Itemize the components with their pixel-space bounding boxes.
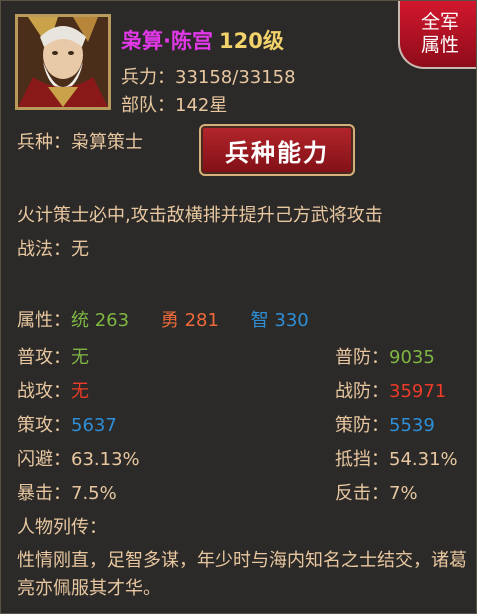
army-attributes-line2: 属性 [420,34,459,56]
war-defense-label: 战防： [335,381,389,402]
stat-row: 普攻：无 [17,343,89,369]
strategy-defense-label: 策防： [335,415,389,436]
stat-row: 战攻：无 [17,377,89,403]
unit-type-row: 兵种：枭算策士 [17,128,143,154]
dodge-label: 闪避： [17,449,71,470]
strategy-attack-label: 策攻： [17,415,71,436]
critical-value: 7.5% [71,483,117,504]
tactic-row: 战法：无 [17,235,89,261]
stat-row: 策攻：5637 [17,411,117,437]
biography-label: 人物列传： [17,517,107,538]
stat-row: 策防：5539 [335,411,435,437]
unit-type-value: 枭算策士 [71,132,143,153]
strategy-defense-value: 5539 [389,415,435,436]
troops-value: 33158/33158 [175,67,296,88]
stat-row: 普防：9035 [335,343,435,369]
troops-row: 兵力：33158/33158 [121,63,296,89]
character-portrait[interactable] [15,14,111,110]
unit-description: 火计策士必中,攻击敌横排并提升己方武将攻击 [17,205,383,226]
critical-label: 暴击： [17,483,71,504]
army-attributes-button[interactable]: 全军 属性 [398,1,476,69]
stat-row: 战防：35971 [335,377,446,403]
command-value: 263 [94,310,130,331]
normal-defense-value: 9035 [389,347,435,368]
counter-value: 7% [389,483,418,504]
unit-ability-button[interactable]: 兵种能力 [199,124,355,176]
stat-row: 暴击：7.5% [17,479,117,505]
war-defense-value: 35971 [389,381,447,402]
troops-label: 兵力： [121,67,175,88]
valor-label: 勇 [160,310,179,331]
stat-row: 闪避：63.13% [17,445,140,471]
attributes-row: 属性：统 263 勇 281 智 330 [17,306,309,332]
counter-label: 反击： [335,483,389,504]
unit-type-label: 兵种： [17,132,71,153]
war-attack-label: 战攻： [17,381,71,402]
stat-row: 反击：7% [335,479,418,505]
dodge-value: 63.13% [71,449,140,470]
biography-text: 性情刚直，足智多谋，年少时与海内知名之士结交，诸葛亮亦佩服其才华。 [17,550,467,599]
block-value: 54.31% [389,449,458,470]
war-attack-value: 无 [71,381,89,402]
stat-row: 抵挡：54.31% [335,445,458,471]
character-name-line: 枭算·陈宫 120级 [121,25,284,55]
normal-defense-label: 普防： [335,347,389,368]
character-name: 枭算·陈宫 [121,29,213,53]
portrait-illustration [18,17,108,107]
intellect-value: 330 [274,310,309,331]
tactic-value: 无 [71,239,89,260]
character-level: 120级 [218,29,284,53]
attributes-label: 属性： [17,310,71,331]
tactic-label: 战法： [17,239,71,260]
block-label: 抵挡： [335,449,389,470]
valor-value: 281 [184,310,219,331]
unit-value: 142星 [175,95,228,116]
command-label: 统 [71,310,89,331]
strategy-attack-value: 5637 [71,415,117,436]
intellect-label: 智 [250,310,269,331]
normal-attack-value: 无 [71,347,89,368]
army-attributes-line1: 全军 [420,11,459,33]
normal-attack-label: 普攻： [17,347,71,368]
unit-label: 部队： [121,95,175,116]
character-info-panel: 枭算·陈宫 120级 兵力：33158/33158 部队：142星 兵种：枭算策士… [0,0,477,614]
unit-row: 部队：142星 [121,91,227,117]
